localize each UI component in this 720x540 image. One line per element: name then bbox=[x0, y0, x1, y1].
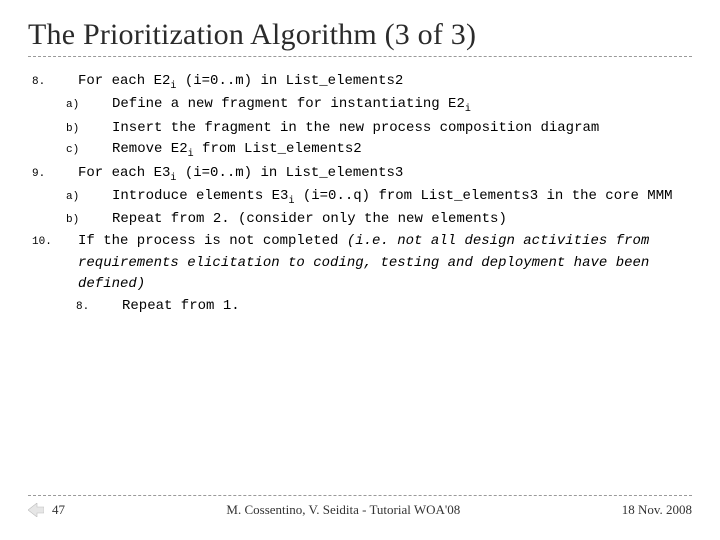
item-text: Introduce elements E3i (i=0..q) from Lis… bbox=[112, 186, 692, 209]
slide-title: The Prioritization Algorithm (3 of 3) bbox=[28, 18, 692, 52]
sub-label: b) bbox=[66, 212, 112, 229]
item-text: If the process is not completed (i.e. no… bbox=[78, 231, 692, 296]
text: (i=0..m) in List_elements2 bbox=[176, 73, 403, 89]
sub-label: 8. bbox=[76, 299, 122, 316]
sub-label: c) bbox=[66, 142, 112, 159]
text: Remove E2 bbox=[112, 141, 188, 157]
page-arrow-icon bbox=[28, 503, 44, 517]
sub-label: b) bbox=[66, 121, 112, 138]
item-8: 8. For each E2i (i=0..m) in List_element… bbox=[28, 71, 692, 94]
item-number: 9. bbox=[28, 166, 78, 183]
sub-label: a) bbox=[66, 189, 112, 206]
footer-row: 47 M. Cossentino, V. Seidita - Tutorial … bbox=[28, 502, 692, 518]
item-text: Define a new fragment for instantiating … bbox=[112, 94, 692, 117]
item-9: 9. For each E3i (i=0..m) in List_element… bbox=[28, 163, 692, 186]
item-text: For each E2i (i=0..m) in List_elements2 bbox=[78, 71, 692, 94]
text: If the process is not completed bbox=[78, 233, 347, 249]
item-text: Remove E2i from List_elements2 bbox=[112, 139, 692, 162]
footer-left: 47 bbox=[28, 502, 65, 518]
text: For each E3 bbox=[78, 165, 170, 181]
footer-center: M. Cossentino, V. Seidita - Tutorial WOA… bbox=[226, 502, 460, 518]
text: (i=0..q) from List_elements3 in the core… bbox=[294, 188, 672, 204]
title-divider bbox=[28, 56, 692, 57]
item-text: Insert the fragment in the new process c… bbox=[112, 118, 692, 140]
page-number: 47 bbox=[52, 502, 65, 518]
text: Define a new fragment for instantiating … bbox=[112, 96, 465, 112]
sub-label: a) bbox=[66, 97, 112, 114]
text: (i=0..m) in List_elements3 bbox=[176, 165, 403, 181]
item-8a: a) Define a new fragment for instantiati… bbox=[28, 94, 692, 117]
subscript: i bbox=[465, 104, 471, 115]
footer-divider bbox=[28, 495, 692, 496]
item-text: Repeat from 2. (consider only the new el… bbox=[112, 209, 692, 231]
item-number: 10. bbox=[28, 234, 78, 251]
item-10-8: 8. Repeat from 1. bbox=[28, 296, 692, 318]
slide: The Prioritization Algorithm (3 of 3) 8.… bbox=[0, 0, 720, 540]
item-8c: c) Remove E2i from List_elements2 bbox=[28, 139, 692, 162]
footer-right: 18 Nov. 2008 bbox=[622, 502, 692, 518]
text: from List_elements2 bbox=[194, 141, 362, 157]
text: For each E2 bbox=[78, 73, 170, 89]
item-8b: b) Insert the fragment in the new proces… bbox=[28, 118, 692, 140]
text: Introduce elements E3 bbox=[112, 188, 288, 204]
item-9b: b) Repeat from 2. (consider only the new… bbox=[28, 209, 692, 231]
algorithm-content: 8. For each E2i (i=0..m) in List_element… bbox=[28, 71, 692, 318]
slide-footer: 47 M. Cossentino, V. Seidita - Tutorial … bbox=[28, 495, 692, 518]
item-text: Repeat from 1. bbox=[122, 296, 692, 318]
item-number: 8. bbox=[28, 74, 78, 91]
item-9a: a) Introduce elements E3i (i=0..q) from … bbox=[28, 186, 692, 209]
item-text: For each E3i (i=0..m) in List_elements3 bbox=[78, 163, 692, 186]
item-10: 10. If the process is not completed (i.e… bbox=[28, 231, 692, 296]
